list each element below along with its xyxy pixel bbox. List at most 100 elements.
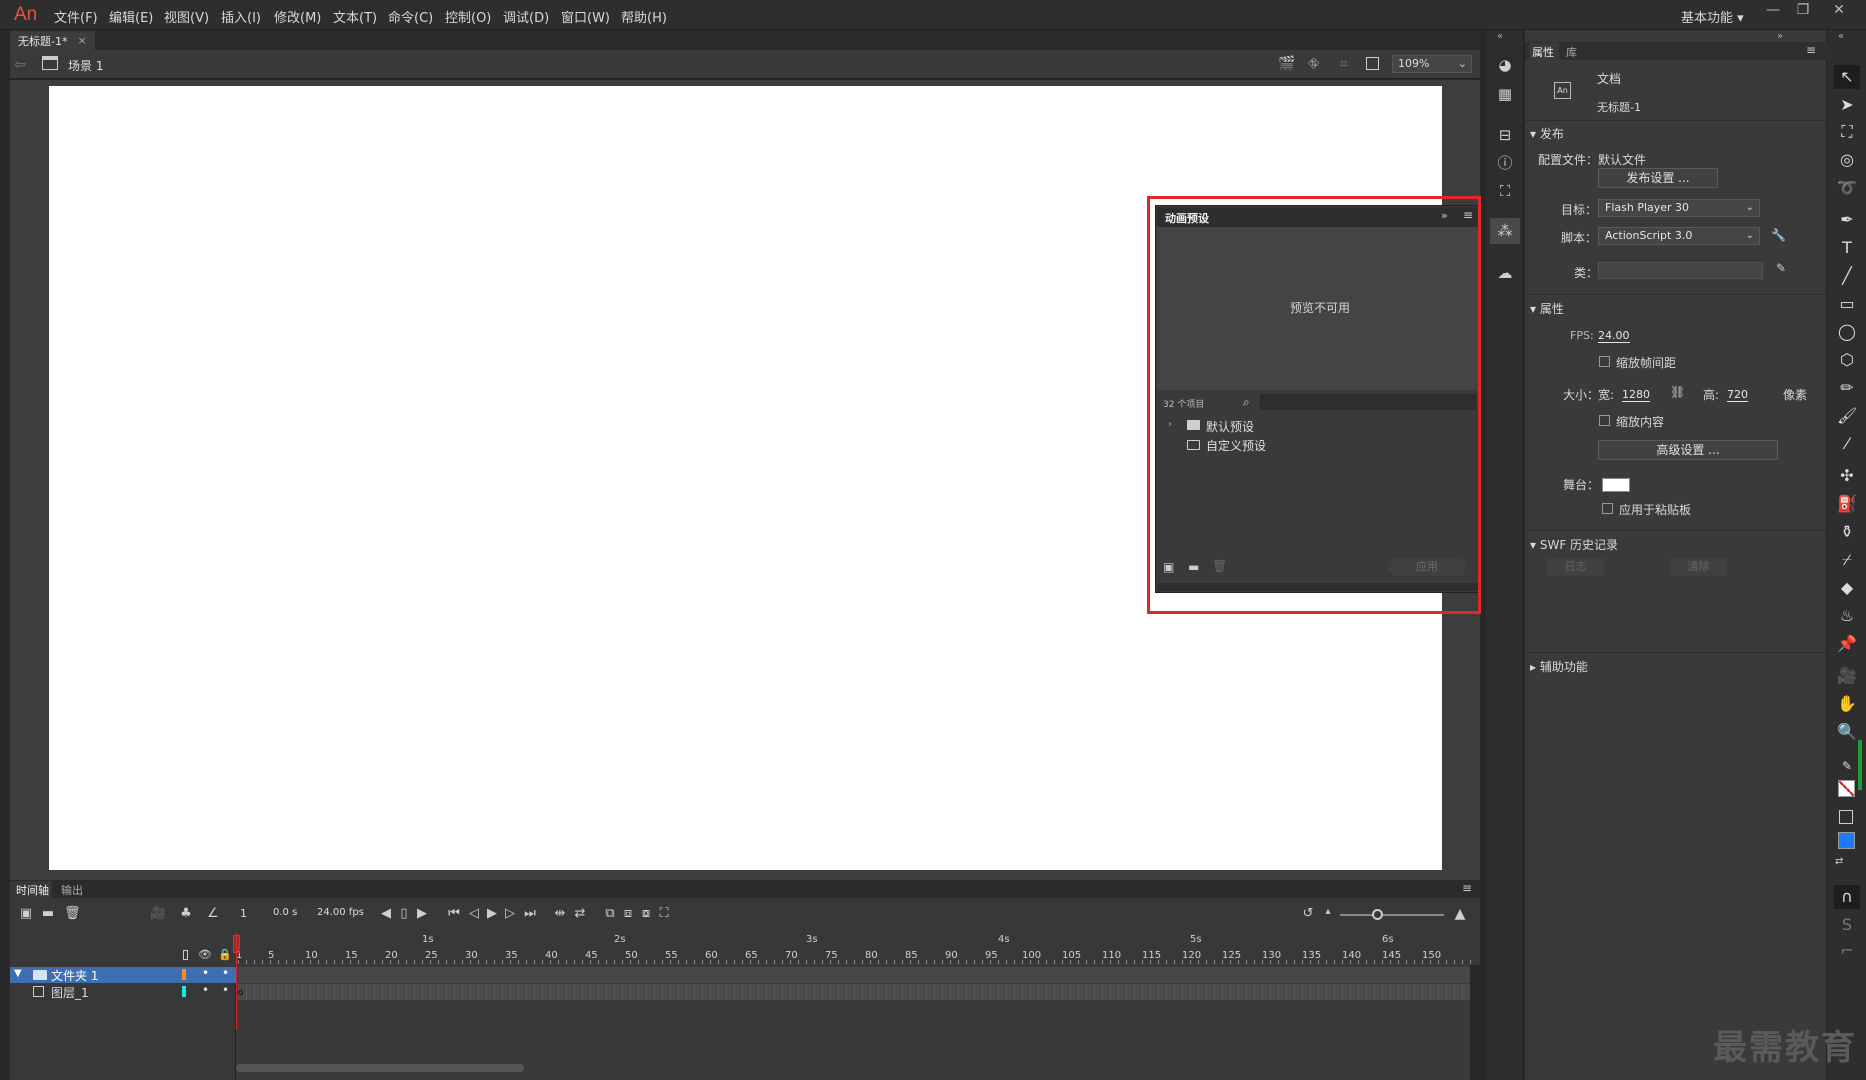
timeline-zoom-handle[interactable] [1372,909,1383,920]
playhead-handle[interactable] [233,935,240,953]
target-select[interactable]: Flash Player 30 ⌄ [1598,199,1760,217]
edit-multiple-frames-icon[interactable]: ⧇ [638,906,654,921]
align-icon[interactable]: ⊟ [1496,126,1514,144]
3d-rotation-icon[interactable]: ◎ [1837,150,1857,170]
center-stage-icon[interactable]: ⌗ [1340,56,1348,72]
step-forward-icon[interactable]: ▷ [502,906,518,921]
stroke-color-icon[interactable]: ✎ [1837,756,1857,776]
stroke-swatch[interactable] [1838,780,1855,797]
pencil-tool-icon[interactable]: ✏ [1837,378,1857,398]
section-attributes-header[interactable]: ▾ 属性 [1530,300,1564,317]
document-tab[interactable]: 无标题-1* × [10,31,95,50]
panel-collapse-icon[interactable]: » [1777,31,1783,42]
class-input[interactable] [1598,262,1763,279]
brush-tool-icon[interactable]: ⁄ [1837,434,1857,454]
timeline-horizontal-scrollbar[interactable] [236,1064,524,1072]
tab-library[interactable]: 库 [1566,44,1577,60]
loop-range-icon[interactable]: ⇄ [572,906,588,921]
properties-menu-icon[interactable]: ≡ [1806,43,1816,57]
loop-icon[interactable]: ⇹ [552,906,568,921]
menu-view[interactable]: 视图(V) [164,7,209,26]
zoom-select[interactable]: 109% ⌄ [1392,55,1472,73]
tab-properties[interactable]: 属性 [1532,44,1554,60]
onion-outline-icon[interactable]: ⧈ [620,906,636,921]
eraser-icon[interactable]: ◆ [1837,578,1857,598]
menu-window[interactable]: 窗口(W) [561,7,610,26]
menu-help[interactable]: 帮助(H) [621,7,667,26]
lock-dot[interactable]: • [222,983,229,997]
step-back-icon[interactable]: ◁ [466,906,482,921]
oval-tool-icon[interactable]: ◯ [1837,322,1857,342]
swap-colors-icon[interactable]: ⇄ [1835,856,1843,867]
tools-collapse-icon[interactable]: « [1838,31,1844,42]
pen-icon[interactable]: ✒ [1837,210,1857,230]
smooth-icon[interactable]: S [1837,915,1857,935]
section-accessibility-header[interactable]: ▸ 辅助功能 [1530,658,1588,675]
paint-bucket-icon[interactable]: ⛽ [1837,494,1857,514]
scale-spans-checkbox[interactable] [1599,356,1610,367]
free-transform-icon[interactable]: ⛶ [1837,122,1857,142]
wrench-icon[interactable]: 🔧 [1771,228,1786,242]
lasso-icon[interactable]: ➰ [1837,178,1857,198]
menu-text[interactable]: 文本(T) [333,7,377,26]
minimize-icon[interactable]: — [1760,2,1786,24]
edit-scene-icon[interactable]: 🎬 [1278,56,1295,72]
restore-icon[interactable]: ❐ [1790,2,1816,24]
center-timeline-icon[interactable]: ↺ [1300,906,1316,921]
menu-insert[interactable]: 插入(I) [221,7,261,26]
layer-color-tag[interactable] [182,969,186,980]
prev-marker-icon[interactable]: ◀ [378,906,394,921]
eyedropper-icon[interactable]: ⌿ [1837,550,1857,570]
scene-label[interactable]: 场景 1 [68,57,103,74]
swf-log-button[interactable]: 日志 [1547,558,1604,576]
edit-symbol-icon[interactable]: ⛗ [1308,56,1319,72]
ink-bottle-icon[interactable]: ⚱ [1837,522,1857,542]
modify-onion-markers-icon[interactable]: ⛶ [656,906,672,921]
zoom-out-timeline-icon[interactable]: ▴ [1320,906,1336,917]
pin-icon[interactable]: 📌 [1837,634,1857,654]
hand-tool-icon[interactable]: ✋ [1837,694,1857,714]
clip-icon[interactable] [1366,57,1379,70]
timeline-zoom-slider[interactable] [1340,914,1444,916]
snap-to-objects-icon[interactable]: ∩ [1837,887,1857,907]
empty-keyframe[interactable] [238,990,243,995]
width-value[interactable]: 1280 [1622,388,1650,402]
publish-settings-button[interactable]: 发布设置 ... [1598,168,1718,188]
lock-all-layers-icon[interactable]: 🔒 [218,948,232,961]
section-publish-header[interactable]: ▾ 发布 [1530,125,1564,142]
stage-color-swatch[interactable] [1602,478,1630,492]
paint-brush-icon[interactable]: 🖌 [1837,406,1857,426]
script-select[interactable]: ActionScript 3.0 ⌄ [1598,227,1760,245]
transform-icon[interactable]: ⛶ [1496,182,1514,200]
visibility-dot[interactable]: • [202,983,209,997]
onion-skin-icon[interactable]: ⧉ [602,906,618,921]
layer-name[interactable]: 图层_1 [51,984,89,1001]
visibility-dot[interactable]: • [202,966,209,980]
camera-layer-icon[interactable]: 🎥 [150,906,166,921]
fill-toggle-icon[interactable] [1839,810,1853,824]
library-icon[interactable]: ▦ [1496,85,1514,103]
back-arrow-icon[interactable]: ⇦ [14,57,26,73]
camera-icon[interactable]: 🎥 [1837,666,1857,686]
section-swf-history-header[interactable]: ▾ SWF 历史记录 [1530,536,1618,553]
layer-depth-icon[interactable]: ∠ [205,906,221,921]
rectangle-tool-icon[interactable]: ▭ [1837,294,1857,314]
subselection-tool-icon[interactable]: ➤ [1837,95,1857,115]
show-all-layers-icon[interactable]: 👁 [198,948,212,961]
layer-color-tag[interactable] [182,986,186,997]
link-icon[interactable]: ⛓ [1670,385,1685,399]
menu-commands[interactable]: 命令(C) [388,7,433,26]
close-window-icon[interactable]: ✕ [1826,2,1852,24]
tab-timeline[interactable]: 时间轴 [16,882,49,898]
motion-editor-icon[interactable]: ◕ [1496,56,1514,74]
advanced-settings-button[interactable]: 高级设置 ... [1598,440,1778,460]
info-icon[interactable]: ⓘ [1496,154,1514,172]
folder-frames-row[interactable] [238,967,1470,983]
bone-tool-icon[interactable]: ✣ [1837,466,1857,486]
triangle-down-icon[interactable]: ▼ [14,968,22,979]
creative-cloud-icon[interactable]: ☁ [1496,264,1514,282]
layer-frames-row[interactable] [238,984,1470,1000]
menu-edit[interactable]: 编辑(E) [109,7,153,26]
text-tool-icon[interactable]: T [1837,238,1857,258]
layer-name[interactable]: 文件夹 1 [51,967,98,984]
